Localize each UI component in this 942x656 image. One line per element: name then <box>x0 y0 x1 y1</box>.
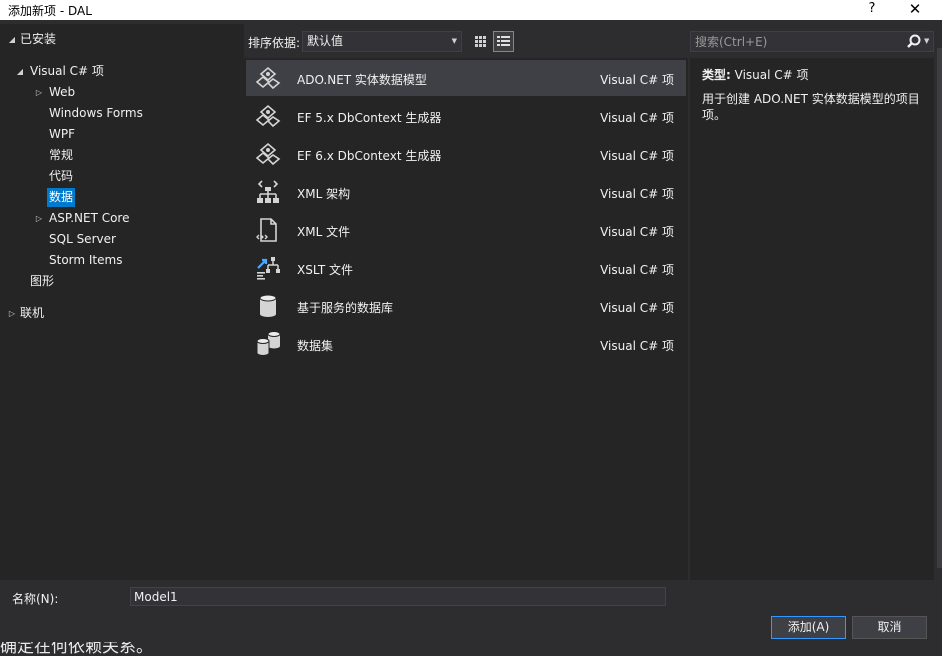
tree-item-label: Windows Forms <box>49 106 143 120</box>
tree-item-label: 已安装 <box>20 32 57 46</box>
detail-type-label: 类型: <box>702 68 731 82</box>
template-item[interactable]: XSLT 文件 Visual C# 项 <box>246 250 686 286</box>
tree-item-label: 常规 <box>49 148 74 162</box>
template-name: 基于服务的数据库 <box>297 301 394 315</box>
tree-item-label: 联机 <box>20 306 45 320</box>
template-category: Visual C# 项 <box>600 187 674 201</box>
tree-item-label: Web <box>49 85 76 99</box>
sort-dropdown-value: 默认值 <box>307 34 344 48</box>
category-tree: ◢ 已安装 ◢ Visual C# 项 ▷ Web Windows Forms … <box>0 24 244 580</box>
title-bar: 添加新项 - DAL ? ✕ <box>0 0 942 20</box>
xslt-file-icon <box>257 257 280 280</box>
details-pane: 类型: Visual C# 项 用于创建 ADO.NET 实体数据模型的项目项。 <box>690 58 934 580</box>
tree-item-label: WPF <box>49 127 76 141</box>
template-category: Visual C# 项 <box>600 73 674 87</box>
template-list: ADO.NET 实体数据模型 Visual C# 项 EF 5.x DbCont… <box>244 58 688 580</box>
add-button[interactable]: 添加(A) <box>771 616 846 639</box>
list-view-button[interactable] <box>493 31 514 52</box>
dataset-icon <box>256 331 281 356</box>
grid-view-icon <box>475 36 486 47</box>
sort-dropdown[interactable]: 默认值 ▼ <box>302 31 462 52</box>
window-title: 添加新项 - DAL <box>8 4 92 18</box>
ef-dbcontext-generator-icon <box>255 142 281 166</box>
template-name: EF 5.x DbContext 生成器 <box>297 111 442 125</box>
detail-type-value: Visual C# 项 <box>734 68 809 82</box>
toolbar: 排序依据: 默认值 ▼ <box>244 28 690 56</box>
template-item[interactable]: 数据集 Visual C# 项 <box>246 326 686 362</box>
template-category: Visual C# 项 <box>600 111 674 125</box>
background-window-text: 确定在何依赖关系。 <box>0 642 153 656</box>
cancel-button[interactable]: 取消 <box>852 616 927 639</box>
template-category: Visual C# 项 <box>600 339 674 353</box>
template-category: Visual C# 项 <box>600 225 674 239</box>
template-item[interactable]: ADO.NET 实体数据模型 Visual C# 项 <box>246 60 686 96</box>
service-database-icon <box>259 294 277 317</box>
tree-item-label: 图形 <box>30 274 55 288</box>
footer: 名称(N): 添加(A) 取消 确定在何依赖关系。 <box>0 580 942 656</box>
expanded-arrow-icon[interactable]: ◢ <box>14 62 26 81</box>
tree-item-label: 代码 <box>49 169 74 183</box>
expanded-arrow-icon[interactable]: ◢ <box>6 30 18 49</box>
template-name: ADO.NET 实体数据模型 <box>297 73 427 87</box>
search-icon <box>907 34 921 48</box>
name-label: 名称(N): <box>12 592 59 606</box>
template-item[interactable]: 基于服务的数据库 Visual C# 项 <box>246 288 686 324</box>
template-item[interactable]: EF 6.x DbContext 生成器 Visual C# 项 <box>246 136 686 172</box>
template-name: XML 文件 <box>297 225 351 239</box>
template-name: 数据集 <box>297 339 334 353</box>
tree-item-label: SQL Server <box>49 232 116 246</box>
template-item[interactable]: XML 架构 Visual C# 项 <box>246 174 686 210</box>
template-category: Visual C# 项 <box>600 263 674 277</box>
scrollbar[interactable] <box>937 48 942 568</box>
tree-item-label: Visual C# 项 <box>30 64 104 78</box>
list-view-icon <box>497 36 510 46</box>
template-item[interactable]: EF 5.x DbContext 生成器 Visual C# 项 <box>246 98 686 134</box>
collapsed-arrow-icon[interactable]: ▷ <box>33 83 45 102</box>
collapsed-arrow-icon[interactable]: ▷ <box>6 304 18 323</box>
search-button[interactable] <box>905 33 923 51</box>
search-input[interactable] <box>691 32 897 51</box>
template-name: XSLT 文件 <box>297 263 354 277</box>
template-name: EF 6.x DbContext 生成器 <box>297 149 442 163</box>
template-category: Visual C# 项 <box>600 149 674 163</box>
tree-item-label: Storm Items <box>49 253 123 267</box>
detail-description: 用于创建 ADO.NET 实体数据模型的项目项。 <box>702 92 920 122</box>
template-category: Visual C# 项 <box>600 301 674 315</box>
xml-file-icon <box>256 218 277 242</box>
ef-dbcontext-generator-icon <box>255 104 281 128</box>
search-box[interactable]: ▼ <box>690 31 934 52</box>
detail-type: 类型: Visual C# 项 <box>702 66 809 83</box>
tree-item-label: 数据 <box>47 188 76 207</box>
ado-net-entity-model-icon <box>255 66 281 90</box>
sort-label: 排序依据: <box>248 36 301 50</box>
small-icons-view-button[interactable] <box>470 31 491 52</box>
tree-item-label: ASP.NET Core <box>49 211 130 225</box>
template-name: XML 架构 <box>297 187 351 201</box>
xml-schema-icon <box>257 180 279 203</box>
help-button[interactable]: ? <box>864 0 880 20</box>
close-button[interactable]: ✕ <box>903 0 927 20</box>
template-item[interactable]: XML 文件 Visual C# 项 <box>246 212 686 248</box>
name-input[interactable] <box>130 587 666 606</box>
collapsed-arrow-icon[interactable]: ▷ <box>33 209 45 228</box>
dropdown-arrow-icon: ▼ <box>451 37 457 45</box>
search-options-arrow-icon[interactable]: ▼ <box>924 32 929 51</box>
